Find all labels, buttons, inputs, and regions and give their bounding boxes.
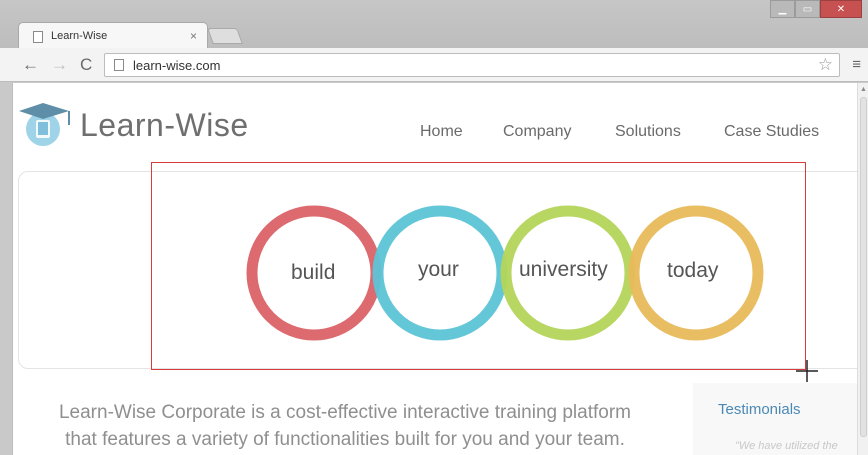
testimonials-heading[interactable]: Testimonials: [718, 401, 801, 418]
selection-rectangle: [151, 162, 806, 370]
scroll-up-icon[interactable]: ▲: [860, 86, 867, 93]
page-icon: [114, 59, 124, 71]
menu-icon[interactable]: ≡: [852, 56, 861, 73]
browser-window: Learn-Wise × ▁ ▭ ✕ ← → C learn-wise.com …: [0, 0, 868, 455]
back-arrow-icon[interactable]: ←: [22, 55, 39, 75]
nav-company[interactable]: Company: [503, 123, 571, 141]
minimize-button[interactable]: ▁: [770, 0, 795, 18]
nav-case-studies[interactable]: Case Studies: [724, 123, 819, 141]
reload-icon[interactable]: C: [80, 55, 92, 75]
tagline: Learn-Wise Corporate is a cost-effective…: [35, 399, 655, 453]
browser-toolbar: ← → C learn-wise.com ☆ ≡: [0, 48, 868, 82]
bookmark-star-icon[interactable]: ☆: [818, 55, 833, 75]
scrollbar-thumb[interactable]: [860, 97, 867, 437]
page-icon: [33, 31, 43, 43]
vertical-scrollbar[interactable]: ▲: [857, 83, 868, 455]
url-text[interactable]: learn-wise.com: [133, 58, 220, 73]
tab-title: Learn-Wise: [51, 30, 108, 42]
new-tab-button[interactable]: [207, 28, 243, 44]
nav-solutions[interactable]: Solutions: [615, 123, 681, 141]
forward-arrow-icon[interactable]: →: [51, 55, 68, 75]
address-bar[interactable]: learn-wise.com ☆: [104, 53, 840, 77]
maximize-button[interactable]: ▭: [795, 0, 820, 18]
logo-text[interactable]: Learn-Wise: [80, 107, 249, 144]
tab-strip: Learn-Wise × ▁ ▭ ✕: [0, 0, 868, 50]
testimonial-quote: "We have utilized the: [735, 440, 838, 452]
tab-close-icon[interactable]: ×: [190, 29, 197, 43]
graduation-cap-logo-icon[interactable]: [17, 93, 77, 149]
browser-tab[interactable]: Learn-Wise ×: [18, 22, 208, 50]
tagline-line-2: that features a variety of functionaliti…: [65, 429, 625, 450]
nav-home[interactable]: Home: [420, 123, 463, 141]
crosshair-cursor-icon: [796, 360, 818, 382]
close-window-button[interactable]: ✕: [820, 0, 862, 18]
window-controls: ▁ ▭ ✕: [770, 0, 862, 22]
tagline-line-1: Learn-Wise Corporate is a cost-effective…: [58, 402, 631, 423]
